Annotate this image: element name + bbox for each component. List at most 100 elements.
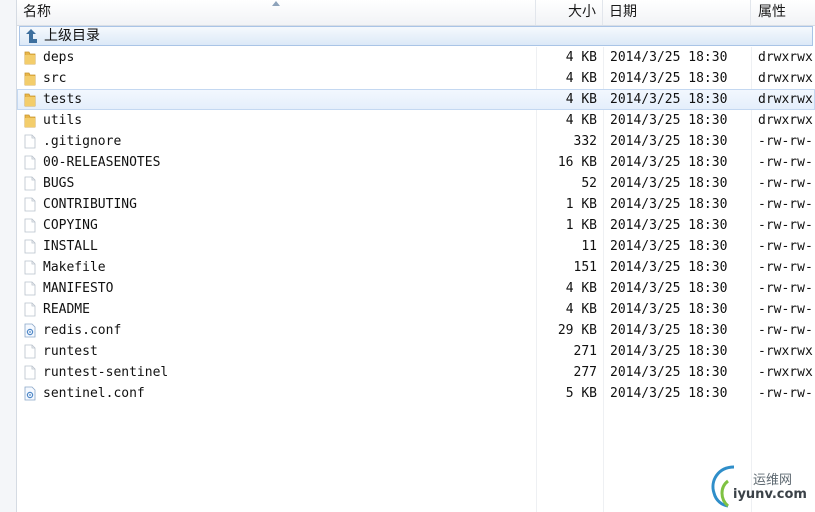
file-row[interactable]: CONTRIBUTING 1 KB 2014/3/25 18:30 -rw-rw-r [17,194,815,215]
file-size: 4 KB [565,92,597,107]
file-attributes: drwxrwxr [758,92,815,107]
file-icon [24,365,36,380]
file-row[interactable]: INSTALL 11 2014/3/25 18:30 -rw-rw-r [17,236,815,257]
file-date: 2014/3/25 18:30 [610,71,728,86]
file-row[interactable]: src 4 KB 2014/3/25 18:30 drwxrwxr [17,68,815,89]
parent-directory-row[interactable]: 上级目录 [19,26,813,46]
file-attributes: -rwxrwxr [758,344,815,359]
config-file-icon [24,386,36,401]
file-size: 5 KB [565,386,597,401]
file-name: .gitignore [43,134,122,149]
file-attributes: drwxrwxr [758,113,815,128]
file-size: 4 KB [565,50,597,65]
file-date: 2014/3/25 18:30 [610,92,728,107]
file-size: 271 [573,344,597,359]
folder-icon [24,72,36,86]
file-size: 332 [573,134,597,149]
file-attributes: -rwxrwxr [758,365,815,380]
file-row[interactable]: COPYING 1 KB 2014/3/25 18:30 -rw-rw-r [17,215,815,236]
file-name: utils [43,113,83,128]
watermark-text-cn: 运维网 [753,473,793,488]
file-row[interactable]: .gitignore 332 2014/3/25 18:30 -rw-rw-r [17,131,815,152]
file-date: 2014/3/25 18:30 [610,281,728,296]
file-size: 151 [573,260,597,275]
file-row[interactable]: tests 4 KB 2014/3/25 18:30 drwxrwxr [17,89,815,110]
file-date: 2014/3/25 18:30 [610,344,728,359]
file-row[interactable]: runtest-sentinel 277 2014/3/25 18:30 -rwxrw… [17,362,815,383]
column-attributes-label: 属性 [758,4,786,20]
file-size: 1 KB [565,218,597,233]
column-date-label: 日期 [609,4,637,20]
file-size: 4 KB [565,281,597,296]
file-icon [24,176,36,191]
file-row[interactable]: sentinel.conf 5 KB 2014/3/25 18:30 -rw-rw-r [17,383,815,404]
file-attributes: -rw-rw-r [758,323,815,338]
file-icon [24,239,36,254]
file-row[interactable]: 00-RELEASENOTES 16 KB 2014/3/25 18:30 -rw-r… [17,152,815,173]
file-date: 2014/3/25 18:30 [610,176,728,191]
file-icon [24,134,36,149]
file-attributes: -rw-rw-r [758,134,815,149]
column-header: 名称 大小 日期 属性 [17,0,815,26]
file-name: INSTALL [43,239,98,254]
file-icon [24,344,36,359]
folder-icon [24,114,36,128]
file-date: 2014/3/25 18:30 [610,365,728,380]
file-name: BUGS [43,176,75,191]
file-size: 1 KB [565,197,597,212]
file-icon [24,302,36,317]
file-date: 2014/3/25 18:30 [610,302,728,317]
config-file-icon [24,323,36,338]
file-row[interactable]: utils 4 KB 2014/3/25 18:30 drwxrwxr [17,110,815,131]
sort-ascending-icon [272,1,280,6]
file-icon [24,281,36,296]
file-date: 2014/3/25 18:30 [610,50,728,65]
file-date: 2014/3/25 18:30 [610,155,728,170]
file-size: 4 KB [565,302,597,317]
column-size-label: 大小 [568,4,596,20]
file-name: src [43,71,67,86]
file-date: 2014/3/25 18:30 [610,218,728,233]
file-row[interactable]: MANIFESTO 4 KB 2014/3/25 18:30 -rw-rw-r [17,278,815,299]
file-row[interactable]: Makefile 151 2014/3/25 18:30 -rw-rw-r [17,257,815,278]
file-size: 16 KB [557,155,597,170]
file-date: 2014/3/25 18:30 [610,113,728,128]
file-name: COPYING [43,218,98,233]
watermark-text-url: iyunv.com [733,487,807,502]
file-date: 2014/3/25 18:30 [610,386,728,401]
file-name: Makefile [43,260,106,275]
file-size: 29 KB [557,323,597,338]
file-icon [24,155,36,170]
file-attributes: -rw-rw-r [758,281,815,296]
column-date-header[interactable]: 日期 [603,0,751,25]
file-row[interactable]: deps 4 KB 2014/3/25 18:30 drwxrwxr [17,47,815,68]
column-name-label: 名称 [23,4,51,20]
watermark-logo: 运维网 iyunv.com [706,463,814,509]
file-row[interactable]: README 4 KB 2014/3/25 18:30 -rw-rw-r [17,299,815,320]
watermark-swirl-icon [711,465,735,508]
file-row[interactable]: redis.conf 29 KB 2014/3/25 18:30 -rw-rw-r [17,320,815,341]
file-name: 00-RELEASENOTES [43,155,161,170]
file-icon [24,197,36,212]
file-name: redis.conf [43,323,122,338]
file-browser: 名称 大小 日期 属性 上级目录 deps 4 KB 2014/3/25 18:30… [0,0,815,512]
file-name: tests [43,92,83,107]
file-row[interactable]: runtest 271 2014/3/25 18:30 -rwxrwxr [17,341,815,362]
file-date: 2014/3/25 18:30 [610,197,728,212]
file-size: 4 KB [565,113,597,128]
column-attributes-header[interactable]: 属性 [751,0,815,25]
column-size-header[interactable]: 大小 [536,0,603,25]
file-attributes: -rw-rw-r [758,218,815,233]
file-date: 2014/3/25 18:30 [610,239,728,254]
file-name: runtest [43,344,98,359]
file-size: 11 [581,239,597,254]
up-arrow-icon [26,29,37,43]
file-row[interactable]: BUGS 52 2014/3/25 18:30 -rw-rw-r [17,173,815,194]
file-size: 277 [573,365,597,380]
file-date: 2014/3/25 18:30 [610,134,728,149]
file-list: deps 4 KB 2014/3/25 18:30 drwxrwxr src 4 KB 20… [17,47,815,404]
file-attributes: -rw-rw-r [758,155,815,170]
file-attributes: -rw-rw-r [758,260,815,275]
file-icon [24,260,36,275]
file-icon [24,218,36,233]
